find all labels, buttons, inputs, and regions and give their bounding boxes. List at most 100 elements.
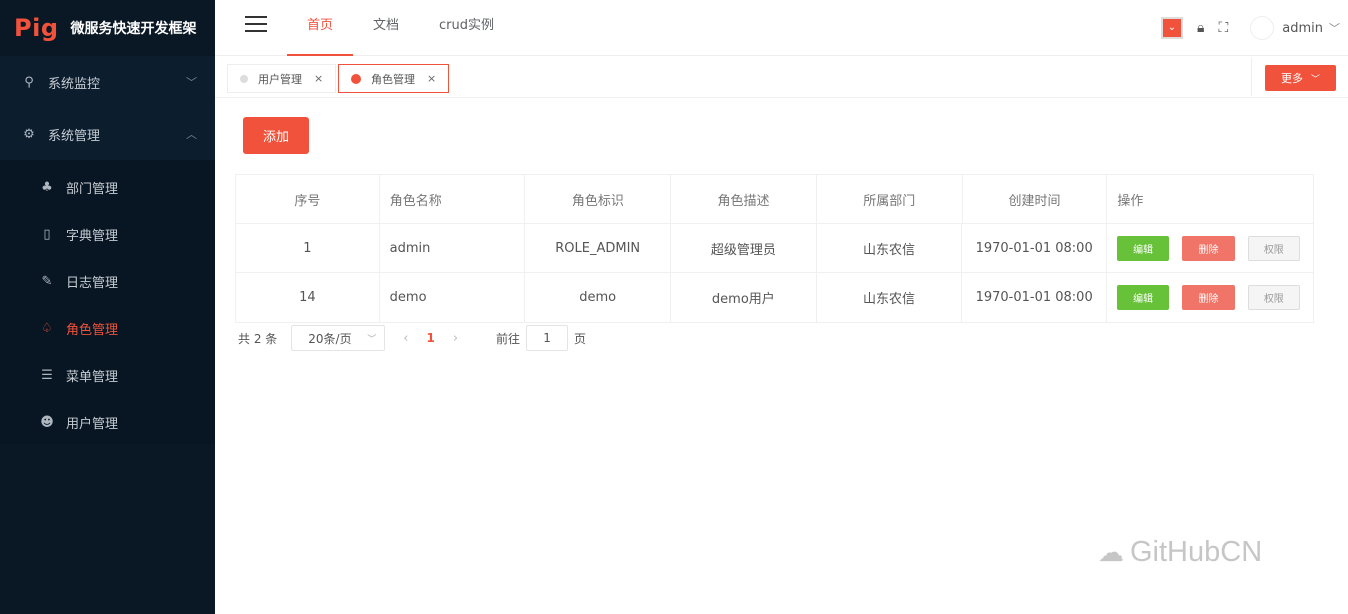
- log-icon: ✎: [41, 274, 53, 289]
- top-right-tools: ⌄ 🔒︎ ⛶ admin ﹀: [1161, 0, 1340, 56]
- cell-role-code: demo: [525, 273, 672, 322]
- avatar[interactable]: [1250, 16, 1275, 40]
- tab-crud[interactable]: crud实例: [419, 0, 514, 56]
- prev-page-icon[interactable]: ‹: [403, 331, 408, 346]
- column-header: 角色名称: [380, 175, 526, 223]
- lock-icon[interactable]: 🔒︎: [1197, 20, 1204, 36]
- column-header: 操作: [1117, 193, 1144, 209]
- theme-color-picker[interactable]: ⌄: [1161, 17, 1183, 39]
- table-row: 1 admin ROLE_ADMIN 超级管理员 山东农信 1970-01-01…: [236, 224, 1313, 273]
- sidebar: Pig 微服务快速开发框架 ⚲ 系统监控 ﹀ ⚙ 系统管理 ︿ ♣ 部门管理 ▯…: [0, 0, 215, 614]
- page-suffix: 页: [574, 331, 587, 346]
- wechat-icon: ☁: [1098, 537, 1124, 567]
- cell-actions: 编辑 删除 权限: [1107, 273, 1313, 322]
- sidebar-item-label: 日志管理: [66, 276, 119, 291]
- cell-created-time: 1970-01-01 08:00: [962, 224, 1107, 272]
- role-table: 序号 角色名称 角色标识 角色描述 所属部门 创建时间 操作 1 admin R…: [235, 174, 1314, 323]
- user-icon: ☻: [40, 415, 54, 430]
- sidebar-item-dictionary[interactable]: ▯ 字典管理: [0, 211, 215, 258]
- brand-logo: Pig: [14, 14, 59, 42]
- menu-icon: ☰: [41, 368, 53, 383]
- cell-created-time: 1970-01-01 08:00: [962, 273, 1107, 322]
- cell-department: 山东农信: [817, 224, 963, 272]
- pagination-total: 共 2 条: [238, 331, 278, 346]
- chevron-down-icon: ﹀: [186, 76, 197, 89]
- org-icon: ♣: [41, 180, 53, 195]
- pagination: 共 2 条 20条/页 ﹀ ‹ 1 › 前往 1 页: [238, 325, 586, 351]
- permission-button[interactable]: 权限: [1247, 285, 1300, 310]
- sidebar-item-department[interactable]: ♣ 部门管理: [0, 164, 215, 211]
- tab-home[interactable]: 首页: [287, 0, 354, 56]
- goto-page-input[interactable]: 1: [526, 325, 569, 351]
- column-header: 序号: [236, 175, 380, 223]
- sidebar-item-label: 部门管理: [66, 182, 119, 197]
- close-icon[interactable]: ×: [314, 72, 323, 85]
- chevron-down-icon: ﹀: [1310, 74, 1320, 85]
- add-button[interactable]: 添加: [243, 117, 309, 154]
- delete-button[interactable]: 删除: [1182, 285, 1235, 310]
- column-header: 角色标识: [525, 175, 672, 223]
- chevron-down-icon: ﹀: [367, 334, 377, 345]
- cell-role-desc: demo用户: [671, 273, 817, 322]
- top-tabs: 首页 文档 crud实例: [287, 0, 514, 56]
- page-number[interactable]: 1: [426, 331, 434, 345]
- sidebar-item-user[interactable]: ☻ 用户管理: [0, 399, 215, 446]
- top-navbar: 首页 文档 crud实例 ⌄ 🔒︎ ⛶ admin ﹀: [215, 0, 1348, 56]
- monitor-icon: ⚲: [24, 74, 34, 90]
- cell-role-name: demo: [380, 273, 526, 322]
- menu-group-system[interactable]: ⚙ 系统管理 ︿: [0, 108, 215, 160]
- chevron-up-icon: ︿: [186, 128, 197, 141]
- cell-role-code: ROLE_ADMIN: [525, 224, 672, 272]
- sidebar-item-label: 菜单管理: [66, 370, 119, 385]
- hamburger-icon[interactable]: [245, 16, 267, 34]
- fullscreen-icon[interactable]: ⛶: [1218, 20, 1228, 36]
- sidebar-item-label: 字典管理: [66, 229, 119, 244]
- permission-button[interactable]: 权限: [1247, 235, 1300, 261]
- sidebar-item-label: 角色管理: [66, 323, 119, 338]
- edit-button[interactable]: 编辑: [1116, 235, 1170, 261]
- page-size-value: 20条/页: [308, 331, 352, 346]
- cell-role-name: admin: [380, 224, 526, 272]
- column-header: 创建时间: [963, 175, 1108, 223]
- tag-dot: [240, 74, 248, 83]
- tag-dot: [351, 73, 361, 84]
- tab-docs[interactable]: 文档: [353, 0, 419, 56]
- table-header: 序号 角色名称 角色标识 角色描述 所属部门 创建时间 操作: [236, 175, 1313, 224]
- sidebar-item-label: 用户管理: [66, 417, 119, 432]
- dict-icon: ▯: [43, 227, 51, 242]
- more-label: 更多: [1280, 72, 1303, 85]
- tag-user-management[interactable]: 用户管理 ×: [227, 64, 337, 93]
- brand-subtitle: 微服务快速开发框架: [70, 21, 197, 37]
- sidebar-item-menu[interactable]: ☰ 菜单管理: [0, 352, 215, 399]
- close-icon[interactable]: ×: [427, 72, 436, 85]
- menu-group-monitor[interactable]: ⚲ 系统监控 ﹀: [0, 56, 215, 108]
- column-header: 角色描述: [671, 175, 817, 223]
- more-button[interactable]: 更多 ﹀: [1265, 65, 1336, 91]
- settings-icon: ⚙: [23, 126, 35, 142]
- tags-view: 用户管理 × 角色管理 × 更多 ﹀: [215, 58, 1348, 98]
- tag-label: 用户管理: [258, 72, 302, 86]
- tag-role-management[interactable]: 角色管理 ×: [338, 64, 450, 93]
- delete-button[interactable]: 删除: [1182, 235, 1235, 261]
- page-size-select[interactable]: 20条/页 ﹀: [291, 325, 386, 351]
- username[interactable]: admin: [1282, 21, 1323, 36]
- cell-index: 1: [236, 224, 380, 272]
- watermark-text: GitHubCN: [1130, 536, 1263, 568]
- edit-button[interactable]: 编辑: [1116, 285, 1170, 310]
- chevron-down-icon[interactable]: ﹀: [1329, 20, 1340, 36]
- role-icon: ♤: [41, 321, 53, 336]
- divider: [1251, 58, 1252, 96]
- cell-department: 山东农信: [817, 273, 963, 322]
- submenu-system: ♣ 部门管理 ▯ 字典管理 ✎ 日志管理 ♤ 角色管理 ☰ 菜单管理 ☻ 用户管…: [0, 160, 215, 450]
- sidebar-footer: [0, 444, 215, 614]
- watermark: ☁ GitHubCN: [1098, 536, 1262, 569]
- cell-index: 14: [236, 273, 380, 322]
- table-row: 14 demo demo demo用户 山东农信 1970-01-01 08:0…: [236, 273, 1313, 322]
- sidebar-item-log[interactable]: ✎ 日志管理: [0, 258, 215, 305]
- sidebar-item-role[interactable]: ♤ 角色管理: [0, 305, 215, 352]
- menu-group-label: 系统监控: [48, 76, 101, 92]
- logo: Pig 微服务快速开发框架: [0, 0, 215, 56]
- column-header: 所属部门: [817, 175, 963, 223]
- menu-group-label: 系统管理: [48, 128, 101, 144]
- next-page-icon[interactable]: ›: [453, 331, 458, 346]
